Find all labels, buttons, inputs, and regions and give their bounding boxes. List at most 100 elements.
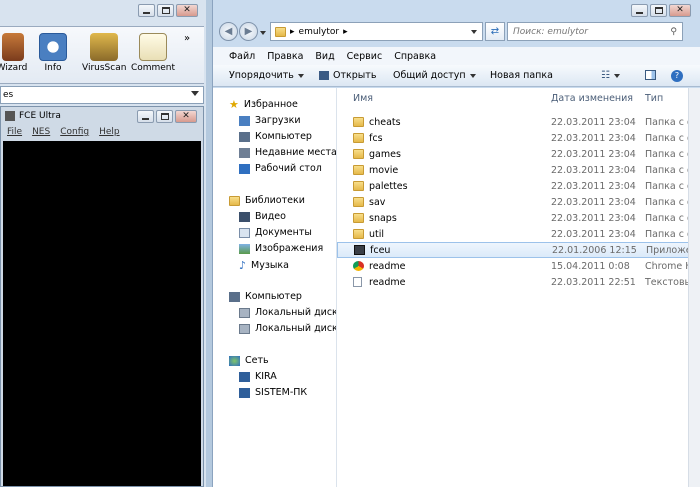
nav-favorites[interactable]: ★ Избранное	[229, 98, 298, 111]
refresh-button[interactable]: ⇄	[485, 22, 505, 41]
fce-title: FCE Ultra	[19, 111, 61, 121]
nav-libraries[interactable]: Библиотеки	[229, 195, 305, 206]
explorer-maximize-button[interactable]	[650, 4, 667, 17]
fce-menu-help[interactable]: Help	[99, 127, 120, 137]
music-icon: ♪	[239, 259, 247, 272]
column-type[interactable]: Тип	[645, 93, 663, 104]
nav-net-sistem-label: SISTEM-ПК	[255, 387, 308, 398]
nav-recent-label: Недавние места	[255, 147, 337, 158]
nav-downloads[interactable]: Загрузки	[239, 115, 301, 126]
breadcrumb-separator-2[interactable]: ▸	[343, 27, 348, 37]
fce-maximize-button[interactable]	[156, 110, 173, 123]
nav-desktop[interactable]: Рабочий стол	[239, 163, 322, 174]
nav-net-kira-label: KIRA	[255, 371, 277, 382]
file-row[interactable]: util22.03.2011 23:04Папка с фай	[337, 226, 700, 242]
menu-help[interactable]: Справка	[394, 51, 436, 62]
chrome-icon	[353, 261, 364, 271]
file-name: sav	[369, 196, 386, 208]
vertical-scrollbar[interactable]	[688, 88, 700, 487]
help-icon: ?	[671, 70, 683, 82]
file-name: games	[369, 148, 401, 160]
nav-desktop-label: Рабочий стол	[255, 163, 322, 174]
back-arrow-icon: ◀	[224, 26, 233, 37]
text-file-icon	[353, 277, 362, 287]
file-row[interactable]: fceu 22.01.2006 12:15 Приложени	[337, 242, 700, 258]
breadcrumb-separator[interactable]: ▸	[290, 27, 295, 37]
toolbar-overflow[interactable]: »	[184, 33, 190, 44]
nav-music[interactable]: ♪ Музыка	[239, 259, 289, 272]
organize-label: Упорядочить	[229, 70, 294, 81]
nav-video[interactable]: Видео	[239, 211, 286, 222]
network-computer-icon	[239, 371, 250, 382]
forward-button[interactable]: ▶	[239, 22, 258, 41]
comment-button[interactable]: Comment	[130, 33, 176, 73]
back-button[interactable]: ◀	[219, 22, 238, 41]
nav-recent[interactable]: Недавние места	[239, 147, 337, 158]
fce-menu-config[interactable]: Config	[60, 127, 89, 137]
chevron-down-icon	[191, 91, 199, 96]
nav-computer-fav[interactable]: Компьютер	[239, 131, 312, 142]
search-placeholder: Поиск: emulytor	[513, 26, 588, 37]
nav-computer[interactable]: Компьютер	[229, 291, 302, 302]
help-button[interactable]: ?	[671, 70, 683, 82]
column-date[interactable]: Дата изменения	[551, 93, 633, 104]
info-icon	[39, 33, 67, 61]
virusscan-icon	[90, 33, 118, 61]
nav-video-label: Видео	[255, 211, 286, 222]
file-row[interactable]: games22.03.2011 23:04Папка с фай	[337, 146, 700, 162]
file-row[interactable]: readme15.04.2011 0:08Chrome HTM	[337, 258, 700, 274]
open-button[interactable]: Открыть	[319, 70, 376, 81]
info-button[interactable]: Info	[38, 33, 68, 73]
share-button[interactable]: Общий доступ	[393, 70, 476, 81]
folder-icon	[353, 149, 364, 159]
nav-disk-c[interactable]: Локальный диск (C	[239, 307, 336, 318]
search-input[interactable]: Поиск: emulytor ⚲	[507, 22, 683, 41]
history-dropdown-icon[interactable]	[260, 28, 266, 38]
menu-edit[interactable]: Правка	[267, 51, 303, 62]
fce-minimize-button[interactable]	[137, 110, 154, 123]
nav-disk-d[interactable]: Локальный диск (D	[239, 323, 337, 334]
menu-tools[interactable]: Сервис	[347, 51, 383, 62]
maximize-button[interactable]	[157, 4, 174, 17]
wizard-button[interactable]: Wizard	[0, 33, 30, 73]
address-dropdown-icon[interactable]	[471, 30, 477, 34]
file-row[interactable]: snaps22.03.2011 23:04Папка с фай	[337, 210, 700, 226]
file-row[interactable]: fcs22.03.2011 23:04Папка с фай	[337, 130, 700, 146]
preview-pane-button[interactable]	[645, 70, 656, 80]
explorer-minimize-button[interactable]	[631, 4, 648, 17]
network-icon	[229, 355, 240, 366]
file-row[interactable]: readme22.03.2011 22:51Текстовый д	[337, 274, 700, 290]
fce-menu-nes[interactable]: NES	[32, 127, 50, 137]
emulator-screen[interactable]	[3, 141, 201, 486]
explorer-close-button[interactable]: ✕	[669, 4, 691, 17]
minimize-button[interactable]	[138, 4, 155, 17]
column-header: Имя Дата изменения Тип	[337, 88, 700, 108]
nav-net-sistem[interactable]: SISTEM-ПК	[239, 387, 307, 398]
file-row[interactable]: palettes22.03.2011 23:04Папка с фай	[337, 178, 700, 194]
nav-net-kira[interactable]: KIRA	[239, 371, 277, 382]
organize-button[interactable]: Упорядочить	[229, 70, 304, 81]
breadcrumb-emulytor[interactable]: emulytor	[299, 27, 340, 37]
new-folder-button[interactable]: Новая папка	[490, 70, 553, 81]
address-bar[interactable]: ▸ emulytor ▸	[270, 22, 483, 41]
nav-documents[interactable]: Документы	[239, 227, 312, 238]
file-row[interactable]: sav22.03.2011 23:04Папка с фай	[337, 194, 700, 210]
menu-view[interactable]: Вид	[315, 51, 334, 62]
fce-close-button[interactable]: ✕	[175, 110, 197, 123]
file-date: 15.04.2011 0:08	[551, 260, 630, 272]
nav-music-label: Музыка	[251, 260, 289, 271]
fce-menu-file[interactable]: File	[7, 127, 22, 137]
file-row[interactable]: cheats22.03.2011 23:04Папка с фай	[337, 114, 700, 130]
file-row[interactable]: movie22.03.2011 23:04Папка с фай	[337, 162, 700, 178]
nav-disk-d-label: Локальный диск (D	[255, 323, 337, 334]
virusscan-button[interactable]: VirusScan	[82, 33, 126, 73]
nav-network[interactable]: Сеть	[229, 355, 269, 366]
menu-file[interactable]: Файл	[229, 51, 255, 62]
left-combo[interactable]: es	[0, 86, 204, 104]
nav-images[interactable]: Изображения	[239, 243, 323, 254]
command-bar: Упорядочить Открыть Общий доступ Новая п…	[213, 65, 700, 87]
libraries-icon	[229, 195, 240, 206]
views-button[interactable]: ☷	[601, 70, 620, 81]
column-name[interactable]: Имя	[353, 93, 373, 104]
close-button[interactable]: ✕	[176, 4, 198, 17]
